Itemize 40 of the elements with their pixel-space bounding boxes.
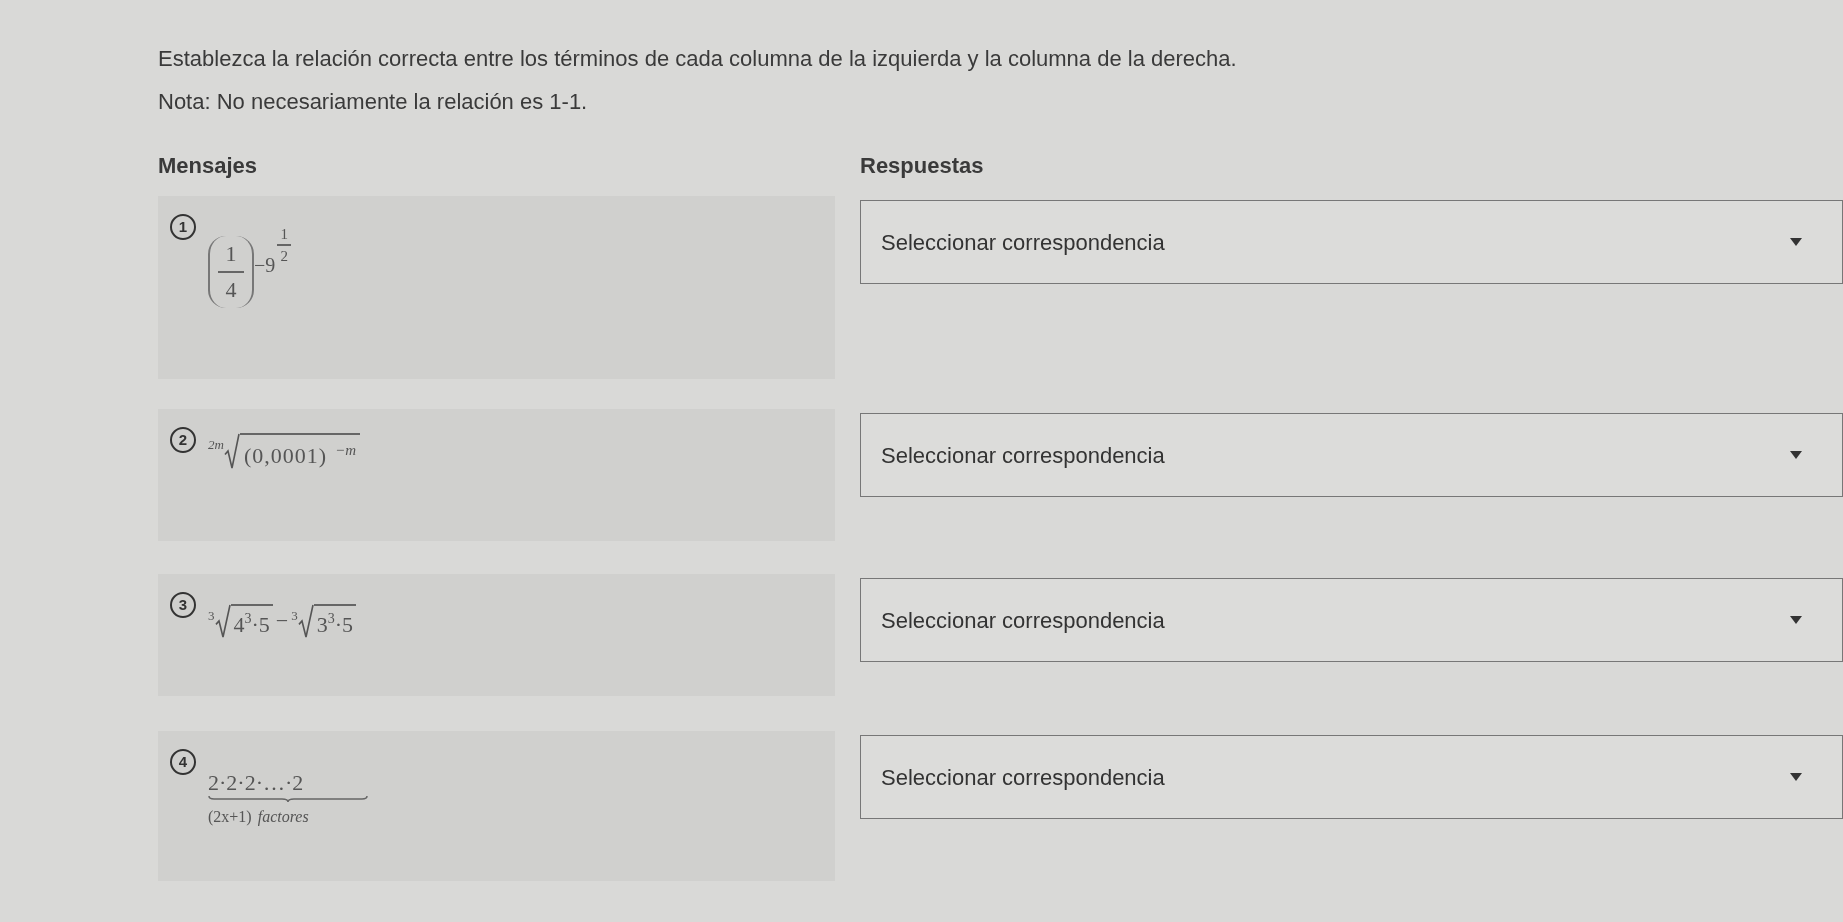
caret-icon bbox=[1790, 451, 1802, 459]
fraction-numerator: 1 bbox=[280, 226, 289, 242]
number-badge: 2 bbox=[170, 427, 196, 453]
column-heading: Respuestas bbox=[860, 152, 984, 180]
caret-icon bbox=[1790, 773, 1802, 781]
underbrace-icon bbox=[208, 795, 368, 803]
instruction-text: Establezca la relación correcta entre los términos de cada columna de la izquierda y la columna de la derecha. bbox=[158, 45, 1238, 73]
radical-sign-icon bbox=[214, 604, 231, 638]
radicand-text: (0,0001) bbox=[243, 442, 328, 470]
factor-text: ·5 bbox=[251, 611, 270, 639]
brace-label: (2x+1) bbox=[208, 807, 252, 828]
exponent-text: 3 bbox=[244, 610, 252, 626]
fraction-denominator: 4 bbox=[224, 276, 238, 304]
brace-label: factores bbox=[257, 807, 309, 828]
caret-icon bbox=[1790, 238, 1802, 246]
root-index: 2m bbox=[208, 436, 224, 454]
radical-sign-icon bbox=[297, 604, 314, 638]
fraction-denominator: 2 bbox=[280, 247, 289, 264]
exponent-text: 3 bbox=[327, 610, 335, 626]
fraction-numerator: 1 bbox=[224, 240, 238, 268]
number-badge: 4 bbox=[170, 749, 196, 775]
number-badge: 1 bbox=[170, 214, 196, 240]
answer-dropdown[interactable]: Seleccionar correspondencia bbox=[860, 200, 1843, 284]
operator-text: − bbox=[275, 607, 289, 635]
base-text: 3 bbox=[316, 611, 328, 639]
root-index: 3 bbox=[291, 607, 298, 625]
exponent-text: −9 bbox=[254, 253, 276, 278]
answer-dropdown[interactable]: Seleccionar correspondencia bbox=[860, 413, 1843, 497]
root-index: 3 bbox=[208, 607, 215, 625]
note-text: Nota: No necesariamente la relación es 1-1. bbox=[158, 88, 589, 116]
answer-dropdown[interactable]: Seleccionar correspondencia bbox=[860, 578, 1843, 662]
radical-sign-icon bbox=[223, 433, 240, 469]
number-badge: 3 bbox=[170, 592, 196, 618]
answer-dropdown[interactable]: Seleccionar correspondencia bbox=[860, 735, 1843, 819]
factor-text: ·5 bbox=[334, 611, 354, 639]
column-heading: Mensajes bbox=[158, 152, 259, 180]
caret-icon bbox=[1790, 616, 1802, 624]
base-text: 4 bbox=[233, 611, 245, 639]
product-text: 2·2·2·…·2 bbox=[208, 771, 304, 795]
exponent-text: −m bbox=[335, 441, 356, 460]
